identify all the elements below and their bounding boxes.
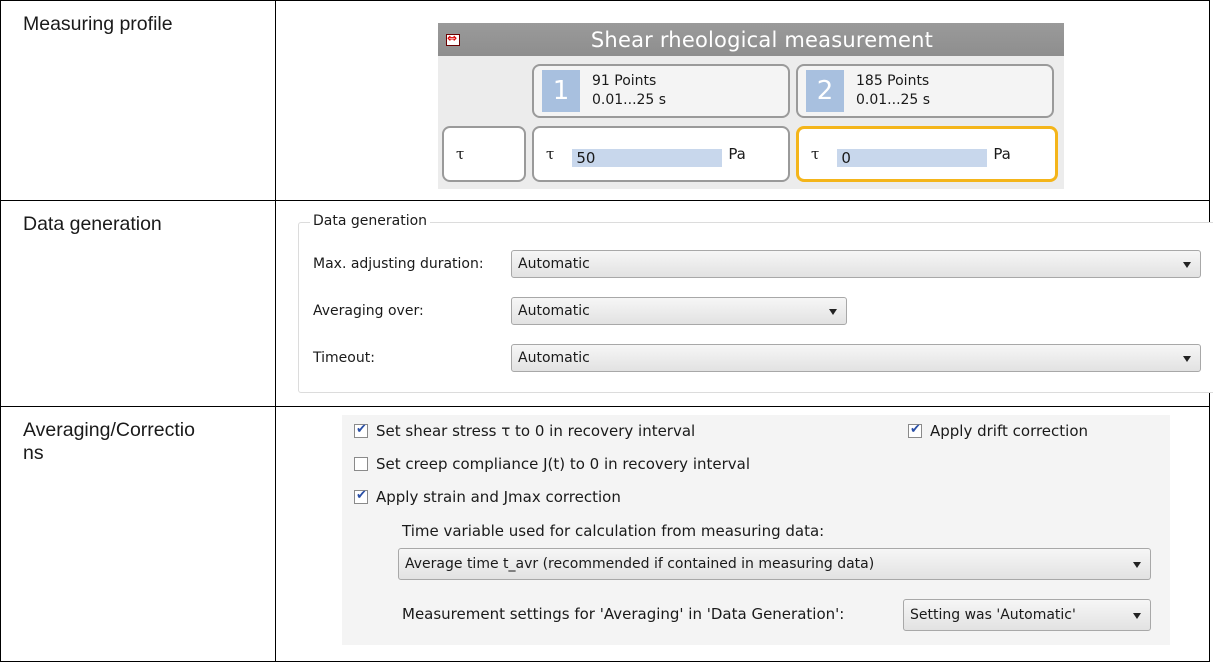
timeout-label: Timeout: [313,350,375,366]
double-arrow-icon[interactable] [446,31,460,46]
apply-strain-checkbox[interactable]: Apply strain and Jmax correction [354,488,621,506]
interval-2-points: 185 Points [856,73,930,89]
label-averaging-corrections: Averaging/Correctio ns [0,406,276,662]
interval-1-stress-cell[interactable]: τ 50 Pa [532,126,790,182]
max-adjusting-row: Max. adjusting duration: Automatic [313,250,1201,278]
averaging-over-label: Averaging over: [313,303,424,319]
checkbox-checked-icon[interactable] [908,422,922,438]
max-adjusting-value: Automatic [518,256,590,272]
averaging-over-dropdown[interactable]: Automatic [511,297,847,325]
apply-drift-label: Apply drift correction [930,422,1089,440]
row-symbol-cell[interactable]: τ [442,126,526,182]
averaging-corrections-panel: Set shear stress τ to 0 in recovery inte… [342,415,1170,645]
profile-title-bar: Shear rheological measurement [438,23,1064,56]
set-creep-label: Set creep compliance J(t) to 0 in recove… [376,455,751,473]
interval-2-number: 2 [806,70,844,112]
interval-1-points: 91 Points [592,73,657,89]
row-data-generation: Data generation Data generation Max. adj… [0,200,1213,407]
timeout-value: Automatic [518,350,590,366]
interval-2-stress-symbol: τ [811,145,820,163]
timeout-dropdown[interactable]: Automatic [511,344,1201,372]
data-generation-group: Data generation Max. adjusting duration:… [298,213,1213,393]
measuring-profile-widget: Shear rheological measurement 1 91 Point… [438,23,1064,189]
time-variable-label: Time variable used for calculation from … [402,522,825,540]
chevron-down-icon [1183,356,1191,362]
measurement-settings-value: Setting was 'Automatic' [910,607,1076,623]
chevron-down-icon [829,309,837,315]
profile-title: Shear rheological measurement [590,27,934,52]
set-shear-stress-checkbox[interactable]: Set shear stress τ to 0 in recovery inte… [354,422,695,440]
checkbox-unchecked-icon[interactable] [354,457,368,471]
interval-2-header[interactable]: 2 185 Points 0.01...25 s [796,64,1054,118]
interval-1-stress-input[interactable]: 50 [572,149,723,167]
interval-2-stress-unit: Pa [993,145,1011,163]
row-symbol: τ [456,145,465,163]
checkbox-checked-icon[interactable] [354,422,368,438]
apply-strain-label: Apply strain and Jmax correction [376,488,621,506]
interval-2-stress-input[interactable]: 0 [837,149,988,167]
time-variable-dropdown[interactable]: Average time t_avr (recommended if conta… [398,548,1151,580]
checkbox-checked-icon[interactable] [354,488,368,504]
label-data-generation: Data generation [0,200,276,407]
interval-1-stress-symbol: τ [546,145,555,163]
interval-1-stress-unit: Pa [728,145,746,163]
document-table: Measuring profile Shear rheological meas… [0,0,1213,662]
label-measuring-profile: Measuring profile [0,0,276,201]
max-adjusting-dropdown[interactable]: Automatic [511,250,1201,278]
timeout-row: Timeout: Automatic [313,344,1201,372]
time-variable-value: Average time t_avr (recommended if conta… [405,556,875,572]
interval-1-number: 1 [542,70,580,112]
row-averaging-corrections: Averaging/Correctio ns Set shear stress … [0,406,1210,662]
measurement-settings-label: Measurement settings for 'Averaging' in … [402,605,845,623]
chevron-down-icon [1133,562,1141,568]
interval-1-range: 0.01...25 s [592,92,667,108]
interval-2-range: 0.01...25 s [856,92,931,108]
set-shear-stress-label: Set shear stress τ to 0 in recovery inte… [376,422,696,440]
max-adjusting-label: Max. adjusting duration: [313,256,484,272]
measurement-settings-dropdown[interactable]: Setting was 'Automatic' [903,599,1151,631]
interval-2-stress-cell[interactable]: τ 0 Pa [796,126,1058,182]
averaging-over-row: Averaging over: Automatic [313,297,847,325]
apply-drift-checkbox[interactable]: Apply drift correction [908,422,1088,440]
data-generation-legend: Data generation [310,213,431,229]
row-measuring-profile: Measuring profile Shear rheological meas… [0,0,1210,201]
interval-1-header[interactable]: 1 91 Points 0.01...25 s [532,64,790,118]
chevron-down-icon [1133,613,1141,619]
averaging-over-value: Automatic [518,303,590,319]
chevron-down-icon [1183,262,1191,268]
set-creep-checkbox[interactable]: Set creep compliance J(t) to 0 in recove… [354,455,750,473]
